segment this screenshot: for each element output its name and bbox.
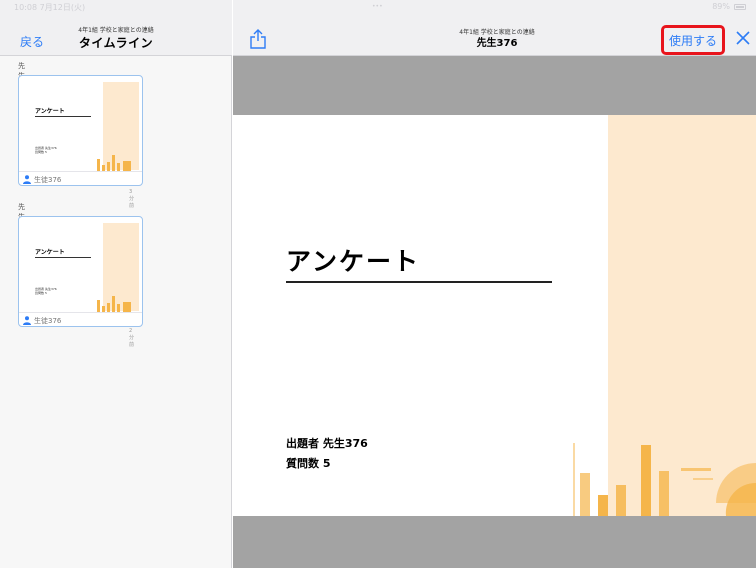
decoration-bar — [580, 473, 590, 516]
decoration-line — [693, 478, 713, 480]
card-thumb-title: アンケート — [35, 249, 65, 256]
share-icon[interactable] — [249, 29, 267, 49]
card-thumb-bar — [117, 163, 120, 171]
card-footer: 生徒376 — [19, 171, 142, 185]
card-caret — [28, 76, 40, 81]
decoration-bar — [641, 445, 651, 516]
decoration-bar — [616, 485, 626, 516]
sidebar-title-block: 4年1組 学校と家庭との連絡 タイムライン — [52, 27, 180, 51]
slide-title: アンケート — [286, 247, 421, 276]
preview-header: 4年1組 学校と家庭との連絡 先生376 使用する — [233, 0, 756, 56]
timeline-item-time: 3分前 — [129, 189, 135, 209]
card-thumb-title: アンケート — [35, 108, 65, 115]
card-thumb-bar — [107, 162, 110, 171]
timeline-item-time: 2分前 — [129, 328, 135, 348]
back-button[interactable]: 戻る — [20, 33, 44, 50]
decoration-bar — [598, 495, 608, 516]
card-caret — [28, 217, 40, 222]
card-thumb-bar — [117, 304, 120, 312]
sidebar-title: タイムライン — [78, 36, 154, 50]
timeline-card[interactable]: アンケート 出題者 先生376 質問数 5 生徒376 — [18, 216, 143, 327]
card-thumb-bar — [97, 300, 100, 312]
card-thumb-bar — [97, 159, 100, 171]
card-footer: 生徒376 — [19, 312, 142, 326]
slide-decoration-chart — [573, 443, 756, 516]
card-thumb-bar — [123, 302, 131, 312]
card-thumb-meta: 出題者 先生376 質問数 5 — [35, 287, 57, 295]
card-thumb-rule — [35, 116, 91, 117]
sidebar-header: 戻る 4年1組 学校と家庭との連絡 タイムライン — [0, 0, 232, 56]
slide-preview: アンケート 出題者 先生376 質問数 5 — [233, 115, 756, 516]
card-thumb-bar — [107, 303, 110, 312]
card-thumb-bar — [112, 296, 115, 312]
card-user: 生徒376 — [34, 317, 62, 325]
person-icon — [23, 316, 31, 325]
timeline-card[interactable]: アンケート 出題者 先生376 質問数 5 生徒376 — [18, 75, 143, 186]
sidebar-subtitle: 4年1組 学校と家庭との連絡 — [78, 27, 154, 34]
preview-title: 先生376 — [476, 38, 518, 49]
close-icon[interactable] — [735, 30, 751, 46]
card-user: 生徒376 — [34, 176, 62, 184]
decoration-bar — [659, 471, 669, 516]
person-icon — [23, 175, 31, 184]
preview-pane: 4年1組 学校と家庭との連絡 先生376 使用する アンケート 出題者 先生37… — [233, 0, 756, 568]
preview-subtitle: 4年1組 学校と家庭との連絡 — [459, 29, 535, 36]
decoration-line — [681, 468, 711, 471]
timeline-sidebar: 戻る 4年1組 学校と家庭との連絡 タイムライン 先生376 アンケート 出題者… — [0, 0, 232, 568]
slide-title-rule — [286, 281, 552, 283]
card-thumb-bar — [123, 161, 131, 171]
card-thumb-bar — [112, 155, 115, 171]
card-thumb-rule — [35, 257, 91, 258]
card-thumb-chart — [95, 292, 135, 312]
card-thumb-chart — [95, 151, 135, 171]
use-button[interactable]: 使用する — [661, 25, 725, 55]
card-thumb-meta: 出題者 先生376 質問数 5 — [35, 146, 57, 154]
slide-author: 出題者 先生376 — [286, 437, 368, 450]
decoration-bar — [573, 443, 575, 516]
preview-title-block: 4年1組 学校と家庭との連絡 先生376 — [433, 29, 561, 50]
slide-question-count: 質問数 5 — [286, 457, 331, 470]
